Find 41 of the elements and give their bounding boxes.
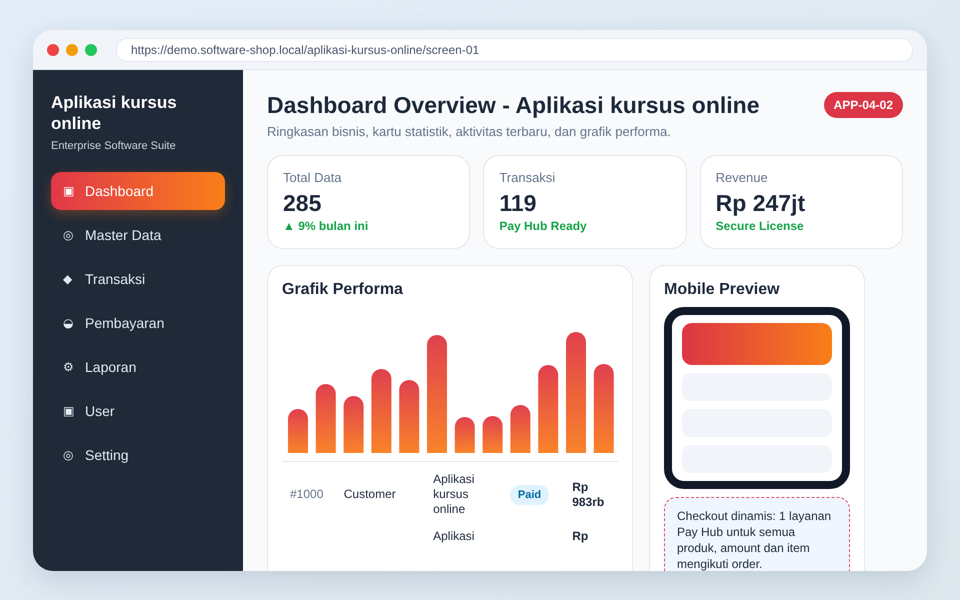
stat-value: Rp 247jt	[716, 190, 806, 217]
chart-title: Grafik Performa	[282, 281, 404, 299]
stat-label: Revenue	[716, 170, 769, 185]
chart-bar	[288, 409, 308, 453]
minimize-window-dot[interactable]	[66, 44, 78, 56]
stat-label: Total Data	[283, 170, 343, 185]
stat-value: 119	[499, 190, 538, 217]
stat-label: Transaksi	[499, 170, 556, 185]
product-name: Aplikasi	[433, 529, 474, 543]
stat-note: Pay Hub Ready	[499, 219, 588, 233]
app-subtitle: Enterprise Software Suite	[51, 140, 177, 152]
stat-value: 285	[283, 190, 322, 217]
page-title: Dashboard Overview - Aplikasi kursus online	[267, 91, 760, 120]
sidebar-item[interactable]: ⚙ Laporan	[51, 348, 225, 386]
chart-bar	[344, 396, 364, 453]
product-name: Aplikasi kursus online	[433, 472, 474, 516]
chart-bar	[454, 417, 475, 453]
sidebar-item[interactable]: ◎ Master Data	[51, 216, 225, 254]
chart-bar	[510, 405, 530, 453]
app-code-badge: APP-04-02	[824, 92, 903, 118]
order-amount: Rp 983rb	[572, 480, 604, 508]
mobile-preview-title: Mobile Preview	[664, 281, 781, 299]
stat-note: Secure License	[716, 219, 805, 233]
app-title: Aplikasi kursus online	[51, 92, 178, 134]
maximize-window-dot[interactable]	[85, 44, 97, 56]
chart-bar	[316, 384, 336, 453]
sidebar-item[interactable]: ▣ User	[51, 392, 225, 430]
sidebar-item[interactable]: ◒ Pembayaran	[51, 304, 225, 342]
page-subtitle: Ringkasan bisnis, kartu statistik, aktivitas terbaru, dan grafik performa.	[267, 124, 672, 139]
address-bar[interactable]: https://demo.software-shop.local/aplikasi-kursus-online/screen-01	[116, 38, 913, 62]
status-badge: Paid	[510, 484, 550, 504]
close-window-dot[interactable]	[47, 44, 59, 56]
sidebar-item[interactable]: ◎ Setting	[51, 436, 225, 474]
checkout-note: Checkout dinamis: 1 layanan Pay Hub untuk semua produk, amount dan item mengikuti order.	[664, 497, 850, 571]
order-amount: Rp	[572, 529, 588, 543]
customer-name: Customer	[344, 487, 396, 501]
chart-bar	[482, 416, 503, 453]
sidebar-item[interactable]: ▣ Dashboard	[51, 172, 225, 210]
sidebar-item[interactable]: ◆ Transaksi	[51, 260, 225, 298]
order-id: #1000	[290, 487, 324, 501]
stat-note: ▲ 9% bulan ini	[283, 219, 370, 233]
